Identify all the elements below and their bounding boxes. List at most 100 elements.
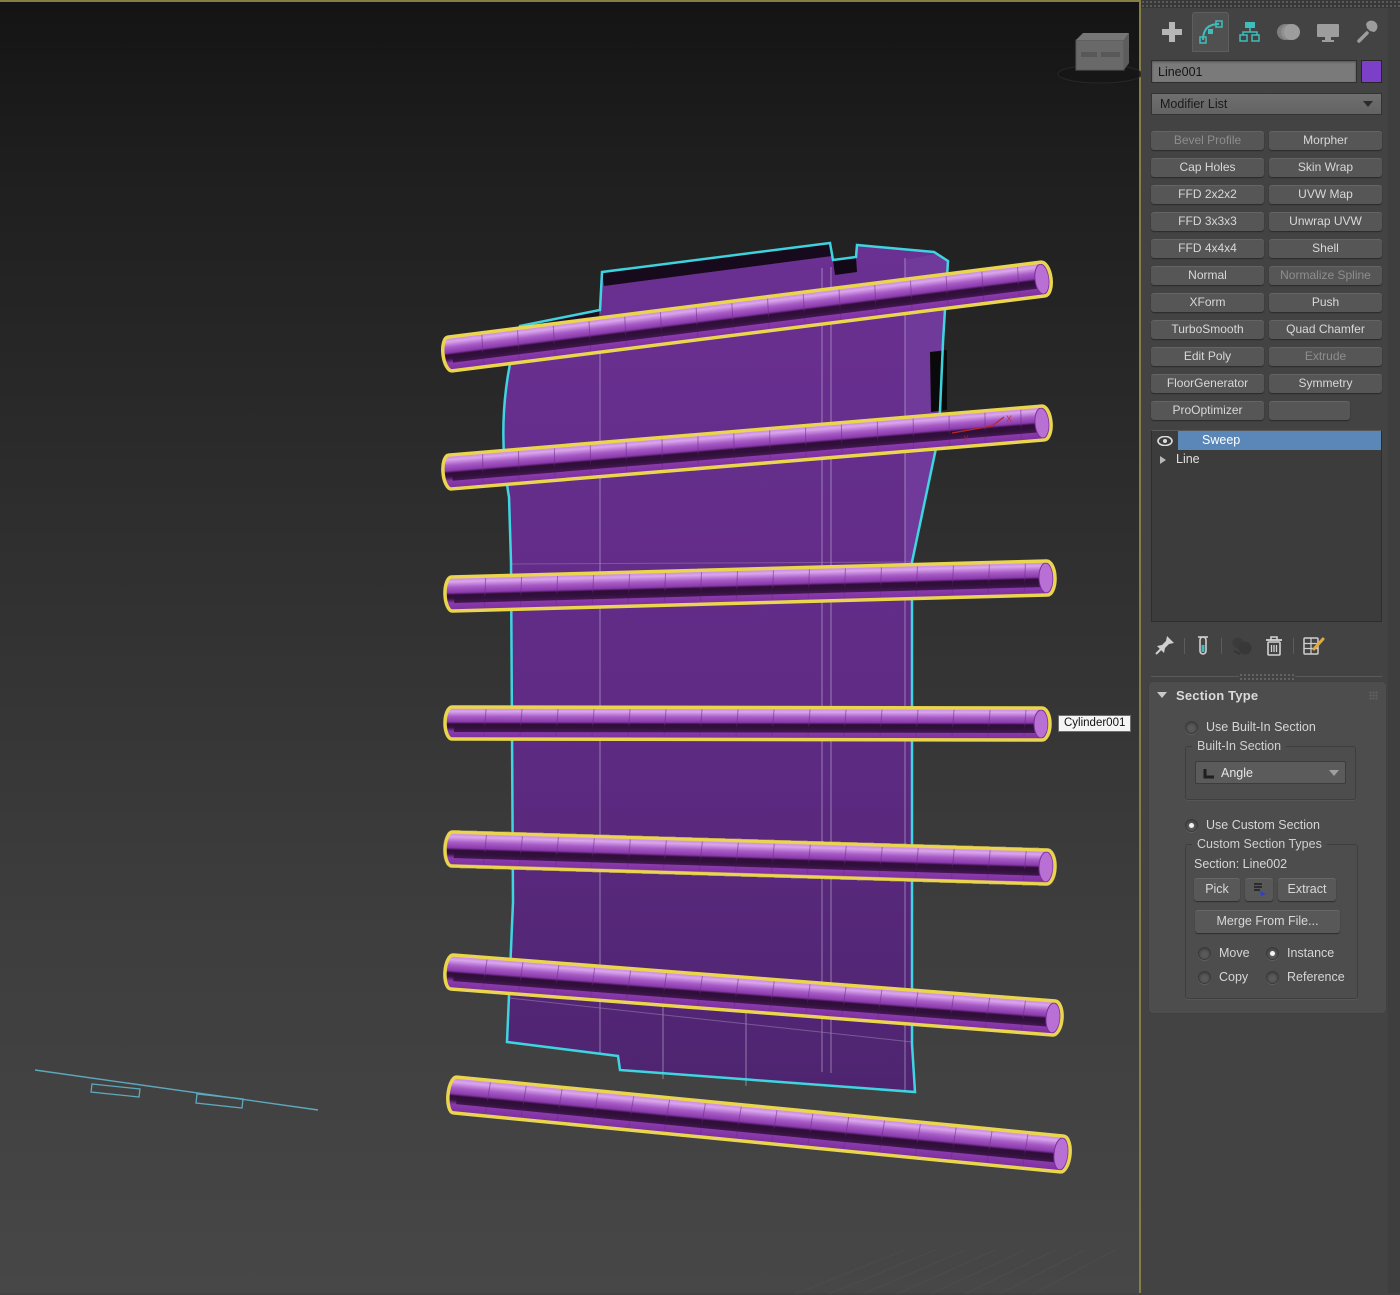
- radio-circle[interactable]: [1198, 947, 1211, 960]
- modifier-list-label: Modifier List: [1160, 97, 1227, 111]
- radio-label: Use Custom Section: [1206, 818, 1320, 832]
- use-built-in-section-radio[interactable]: Use Built-In Section: [1185, 720, 1386, 734]
- pick-button[interactable]: Pick: [1194, 878, 1240, 901]
- stack-item-label[interactable]: Sweep: [1178, 431, 1381, 450]
- command-panel-tabs: [1141, 8, 1400, 52]
- viewport-canvas: X y: [0, 2, 1141, 1295]
- configure-modifier-sets-icon[interactable]: [1301, 634, 1327, 658]
- remove-modifier-trash-icon[interactable]: [1262, 634, 1286, 658]
- section-type-rollout-header[interactable]: Section Type: [1149, 682, 1386, 708]
- plus-icon: [1160, 20, 1184, 44]
- home-grid: [795, 1250, 1115, 1294]
- modifier-stack[interactable]: Sweep Line: [1151, 430, 1382, 622]
- panel-scroll-strip[interactable]: [1388, 8, 1400, 1293]
- utilities-icon: [1355, 20, 1379, 44]
- radio-circle[interactable]: [1185, 819, 1198, 832]
- modifier-buttons-grid: Bevel Profile Morpher Cap Holes Skin Wrap FF…: [1151, 131, 1382, 420]
- section-source-label: Section: Line002: [1194, 857, 1349, 871]
- groupbox-title: Built-In Section: [1192, 739, 1286, 753]
- tab-motion[interactable]: [1270, 12, 1307, 52]
- motion-icon: [1276, 20, 1302, 44]
- move-radio[interactable]: Move: [1198, 946, 1264, 960]
- modifier-button-push[interactable]: Push: [1269, 293, 1382, 312]
- reference-radio[interactable]: Reference: [1266, 970, 1349, 984]
- toolbar-separator: [1221, 638, 1222, 654]
- rollout-drag-handle[interactable]: [1151, 672, 1382, 680]
- modifier-button-ffd-3x3x3[interactable]: FFD 3x3x3: [1151, 212, 1264, 231]
- visibility-eye-icon[interactable]: [1152, 431, 1178, 450]
- built-in-section-dropdown[interactable]: Angle: [1195, 761, 1346, 784]
- radio-circle[interactable]: [1198, 971, 1211, 984]
- command-panel: Line001 Modifier List Bevel Profile Morph…: [1141, 0, 1400, 1293]
- svg-text:y: y: [964, 433, 968, 442]
- stack-item-label[interactable]: Line: [1174, 450, 1381, 469]
- modifier-button-normal[interactable]: Normal: [1151, 266, 1264, 285]
- radio-circle[interactable]: [1185, 721, 1198, 734]
- stack-row-line[interactable]: Line: [1152, 450, 1381, 469]
- radio-circle[interactable]: [1266, 947, 1279, 960]
- modifier-button-edit-poly[interactable]: Edit Poly: [1151, 347, 1264, 366]
- rail-cylinder[interactable]: [446, 1076, 1071, 1172]
- toolbar-separator: [1293, 638, 1294, 654]
- radio-circle[interactable]: [1266, 971, 1279, 984]
- modifier-button-shell[interactable]: Shell: [1269, 239, 1382, 258]
- tab-hierarchy[interactable]: [1231, 12, 1268, 52]
- modifier-button-empty[interactable]: [1269, 401, 1350, 420]
- modifier-button-cap-holes[interactable]: Cap Holes: [1151, 158, 1264, 177]
- modifier-button-prooptimizer[interactable]: ProOptimizer: [1151, 401, 1264, 420]
- radio-label: Instance: [1287, 946, 1334, 960]
- rollout-collapse-icon[interactable]: [1157, 692, 1167, 698]
- hierarchy-icon: [1238, 20, 1262, 44]
- modifier-button-quad-chamfer[interactable]: Quad Chamfer: [1269, 320, 1382, 339]
- modifier-button-symmetry[interactable]: Symmetry: [1269, 374, 1382, 393]
- modifier-list-dropdown[interactable]: Modifier List: [1151, 93, 1382, 115]
- object-name-field[interactable]: Line001: [1151, 60, 1357, 83]
- tab-utilities[interactable]: [1348, 12, 1385, 52]
- extract-button[interactable]: Extract: [1278, 878, 1336, 901]
- stack-row-sweep[interactable]: Sweep: [1152, 431, 1381, 450]
- modifier-button-turbosmooth[interactable]: TurboSmooth: [1151, 320, 1264, 339]
- modifier-button-unwrap-uvw[interactable]: Unwrap UVW: [1269, 212, 1382, 231]
- modifier-button-ffd-2x2x2[interactable]: FFD 2x2x2: [1151, 185, 1264, 204]
- tab-display[interactable]: [1309, 12, 1346, 52]
- show-end-result-icon[interactable]: [1192, 634, 1214, 658]
- groupbox-title: Custom Section Types: [1192, 837, 1327, 851]
- svg-text:X: X: [1006, 414, 1012, 424]
- modify-icon: [1199, 20, 1223, 44]
- modifier-button-floorgenerator[interactable]: FloorGenerator: [1151, 374, 1264, 393]
- tab-modify[interactable]: [1192, 12, 1229, 52]
- expander-arrow-icon[interactable]: [1160, 456, 1166, 464]
- display-icon: [1315, 20, 1341, 44]
- copy-radio[interactable]: Copy: [1198, 970, 1264, 984]
- object-tooltip: Cylinder001: [1058, 715, 1131, 732]
- tab-create[interactable]: [1153, 12, 1190, 52]
- pin-stack-icon[interactable]: [1153, 634, 1177, 658]
- built-in-section-group: Built-In Section Angle: [1185, 746, 1356, 800]
- chevron-down-icon: [1329, 770, 1339, 776]
- modifier-button-skin-wrap[interactable]: Skin Wrap: [1269, 158, 1382, 177]
- 3d-viewport[interactable]: X y Cylinder001: [0, 0, 1141, 1293]
- stack-toolbar: [1153, 632, 1382, 660]
- custom-section-types-group: Custom Section Types Section: Line002 Pi…: [1185, 844, 1358, 999]
- modifier-button-uvw-map[interactable]: UVW Map: [1269, 185, 1382, 204]
- modifier-button-xform[interactable]: XForm: [1151, 293, 1264, 312]
- instance-radio[interactable]: Instance: [1266, 946, 1349, 960]
- rollout-grip-icon[interactable]: [1369, 691, 1378, 700]
- radio-label: Move: [1219, 946, 1250, 960]
- modifier-button-ffd-4x4x4[interactable]: FFD 4x4x4: [1151, 239, 1264, 258]
- section-spline-profiles[interactable]: [35, 1070, 318, 1110]
- object-color-swatch[interactable]: [1361, 60, 1382, 83]
- radio-label: Copy: [1219, 970, 1248, 984]
- merge-from-file-button[interactable]: Merge From File...: [1195, 910, 1340, 933]
- rail-cylinder[interactable]: [445, 707, 1050, 740]
- make-unique-icon[interactable]: [1229, 634, 1255, 658]
- pick-section-list-icon: [1251, 882, 1267, 897]
- pick-section-list-button[interactable]: [1245, 878, 1273, 901]
- modifier-button-bevel-profile: Bevel Profile: [1151, 131, 1264, 150]
- toolbar-separator: [1184, 638, 1185, 654]
- modifier-button-morpher[interactable]: Morpher: [1269, 131, 1382, 150]
- use-custom-section-radio[interactable]: Use Custom Section: [1185, 818, 1386, 832]
- viewcube[interactable]: [1058, 33, 1141, 83]
- angle-section-icon: [1202, 767, 1216, 779]
- panel-drag-strip[interactable]: [1141, 0, 1400, 8]
